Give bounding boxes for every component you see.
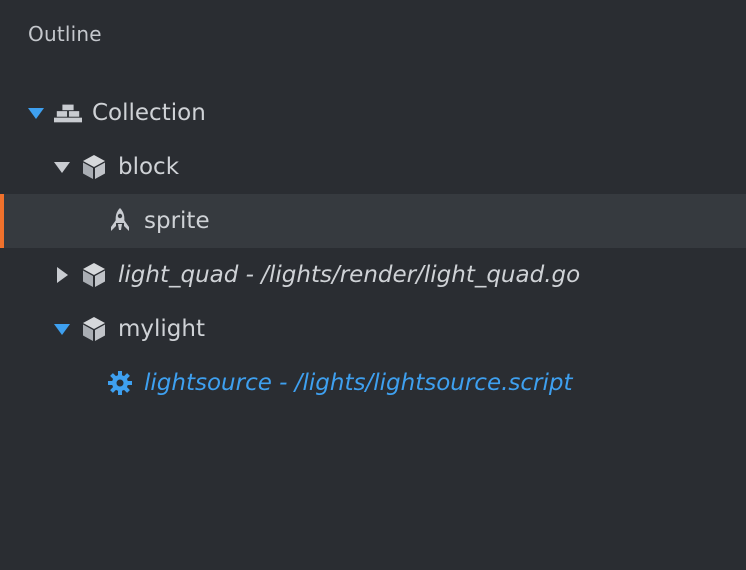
tree-item-label: lightsource - /lights/lightsource.script	[144, 370, 573, 396]
expand-arrow-icon[interactable]	[54, 321, 70, 337]
collection-icon	[54, 99, 82, 127]
tree-item-lightsource[interactable]: lightsource - /lights/lightsource.script	[0, 356, 746, 410]
tree-item-label: sprite	[144, 208, 210, 234]
collapsed-arrow-icon[interactable]	[54, 267, 70, 283]
panel-title: Outline	[28, 22, 102, 46]
expand-arrow-icon[interactable]	[54, 159, 70, 175]
tree-item-label: light_quad - /lights/render/light_quad.g…	[118, 262, 581, 288]
script-gear-icon	[106, 369, 134, 397]
game-object-icon	[80, 315, 108, 343]
tree-item-block[interactable]: block	[0, 140, 746, 194]
game-object-icon	[80, 153, 108, 181]
sprite-icon	[106, 207, 134, 235]
tree-item-label: Collection	[92, 100, 206, 126]
tree-item-sprite[interactable]: sprite	[0, 194, 746, 248]
outline-panel: Outline Collection block sprite light_qu…	[0, 0, 746, 570]
tree-item-light-quad[interactable]: light_quad - /lights/render/light_quad.g…	[0, 248, 746, 302]
tree-item-mylight[interactable]: mylight	[0, 302, 746, 356]
outline-tree: Collection block sprite light_quad - /li…	[0, 86, 746, 410]
tree-item-label: mylight	[118, 316, 205, 342]
tree-item-label: block	[118, 154, 180, 180]
tree-item-collection[interactable]: Collection	[0, 86, 746, 140]
expand-arrow-icon[interactable]	[28, 105, 44, 121]
game-object-icon	[80, 261, 108, 289]
